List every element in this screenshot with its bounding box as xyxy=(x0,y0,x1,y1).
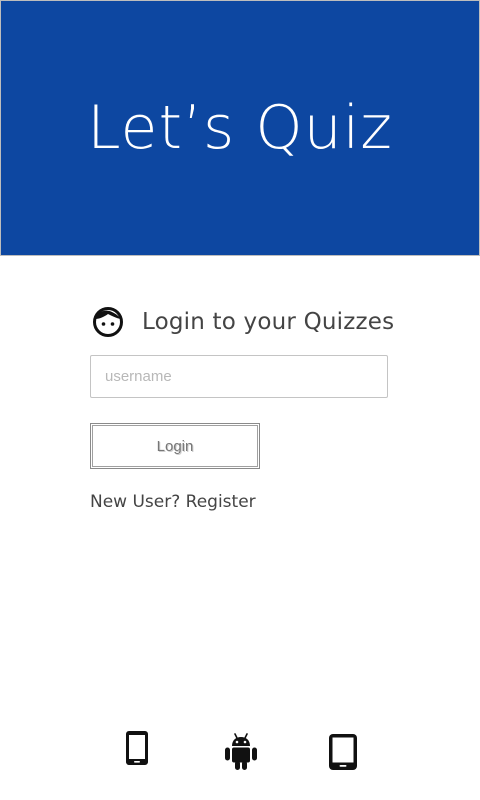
register-link[interactable]: New User? Register xyxy=(90,492,256,512)
login-screen: Let’s Quiz Login to your Quizzes Login N… xyxy=(0,0,480,800)
tablet-icon xyxy=(328,733,358,771)
login-button[interactable]: Login xyxy=(90,423,260,469)
hero-banner: Let’s Quiz xyxy=(0,0,480,256)
phone-icon xyxy=(124,730,150,766)
face-icon xyxy=(92,306,124,338)
username-input[interactable] xyxy=(90,355,388,398)
app-title: Let’s Quiz xyxy=(87,93,393,163)
login-heading-text: Login to your Quizzes xyxy=(142,309,395,335)
android-icon xyxy=(224,733,258,771)
login-heading: Login to your Quizzes xyxy=(92,306,394,338)
